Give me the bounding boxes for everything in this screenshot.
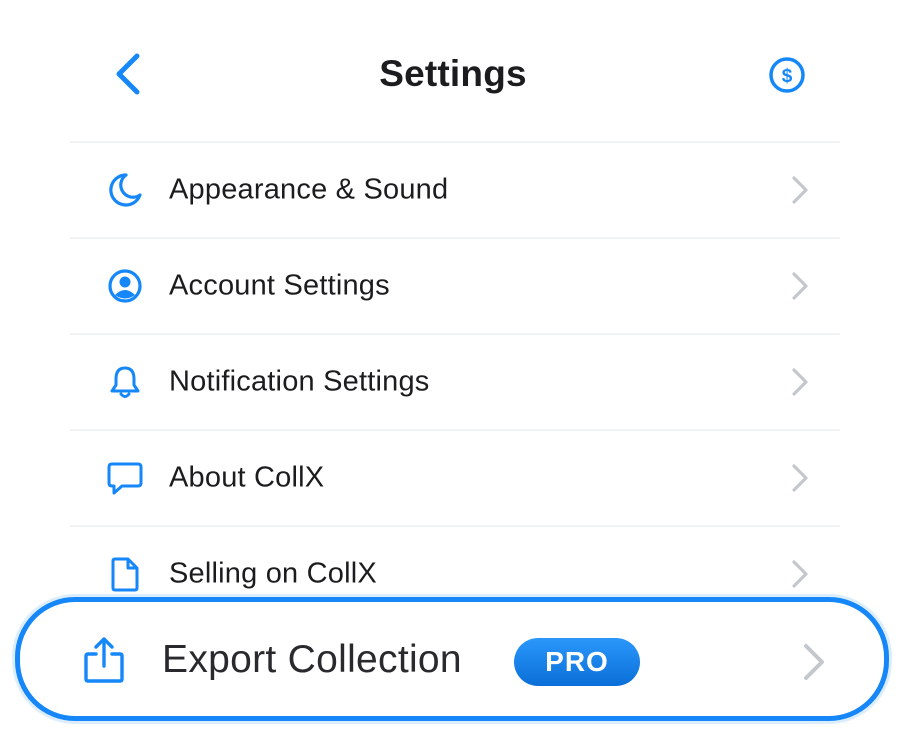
- dollar-coin-icon: $: [769, 57, 805, 93]
- export-collection-button[interactable]: Export Collection PRO: [15, 597, 889, 721]
- chevron-right-icon: [788, 271, 812, 301]
- chevron-right-icon: [788, 367, 812, 397]
- export-collection-label: Export Collection: [162, 638, 462, 681]
- menu-item-label: Selling on CollX: [169, 557, 377, 590]
- settings-menu: Appearance & Sound Account Settings Noti…: [70, 143, 840, 621]
- menu-item-appearance[interactable]: Appearance & Sound: [70, 143, 840, 239]
- svg-text:$: $: [782, 66, 793, 87]
- menu-item-notifications[interactable]: Notification Settings: [70, 335, 840, 431]
- bell-icon: [104, 361, 146, 403]
- chat-bubble-icon: [104, 457, 146, 499]
- pro-badge: PRO: [514, 638, 640, 686]
- document-icon: [104, 553, 146, 595]
- menu-item-label: Account Settings: [169, 269, 390, 302]
- coin-button[interactable]: $: [764, 52, 810, 98]
- moon-icon: [104, 169, 146, 211]
- user-circle-icon: [104, 265, 146, 307]
- menu-item-label: Appearance & Sound: [169, 173, 449, 206]
- header: Settings $: [0, 0, 906, 142]
- share-export-icon: [84, 637, 124, 683]
- menu-item-label: About CollX: [169, 461, 325, 494]
- menu-item-account[interactable]: Account Settings: [70, 239, 840, 335]
- menu-item-about[interactable]: About CollX: [70, 431, 840, 527]
- chevron-right-icon: [788, 559, 812, 589]
- chevron-right-icon: [804, 644, 824, 680]
- menu-item-label: Notification Settings: [169, 365, 430, 398]
- chevron-right-icon: [788, 463, 812, 493]
- chevron-right-icon: [788, 175, 812, 205]
